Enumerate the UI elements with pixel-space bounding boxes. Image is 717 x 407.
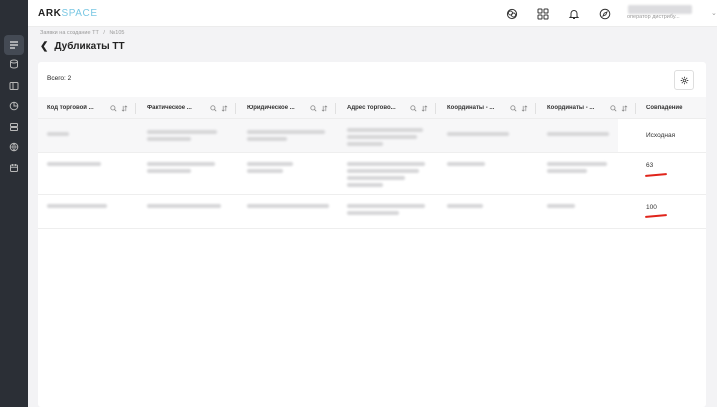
match-cell: 100 <box>618 195 706 228</box>
red-underline-annotation <box>644 214 668 218</box>
col-header-label: Юридическое ... <box>247 105 295 111</box>
breadcrumb-current: №105 <box>109 30 125 36</box>
breadcrumb-requests[interactable]: Заявки на создание ТТ <box>40 30 99 36</box>
cell-blurred <box>347 128 427 149</box>
match-value: 63 <box>646 162 654 169</box>
match-value: 100 <box>646 204 657 211</box>
col-header-legal-name[interactable]: Юридическое ... <box>247 97 336 119</box>
col-header-label: Код торговой ... <box>47 105 94 111</box>
breadcrumb: Заявки на создание ТТ / №105 <box>40 30 127 36</box>
table-row[interactable]: Исходная <box>38 119 706 153</box>
cell-blurred <box>347 204 427 218</box>
table-header: Код торговой ... Фактическое ... Юридиче… <box>38 97 706 119</box>
calendar-icon[interactable] <box>4 158 24 178</box>
match-cell: Исходная <box>618 119 706 152</box>
search-icon[interactable] <box>310 104 317 112</box>
search-icon[interactable] <box>210 104 217 112</box>
breadcrumb-separator: / <box>103 30 105 36</box>
search-icon[interactable] <box>410 104 417 112</box>
cell-blurred <box>147 130 227 144</box>
red-underline-annotation <box>644 173 668 177</box>
count-bar: Всего: 2 <box>38 62 706 94</box>
cell-blurred <box>447 162 527 169</box>
col-header-coordinates-1[interactable]: Координаты - ... <box>447 97 536 119</box>
cell-blurred <box>47 132 127 139</box>
globe-icon[interactable] <box>4 137 24 157</box>
sort-icon[interactable] <box>221 104 228 112</box>
cell-blurred <box>247 204 329 211</box>
title-row: ❮ Дубликаты ТТ <box>40 41 125 52</box>
cell-blurred <box>247 130 327 144</box>
chevron-down-icon[interactable]: ⌄ <box>711 9 717 17</box>
sort-icon[interactable] <box>421 104 428 112</box>
cell-blurred <box>47 162 127 169</box>
cell-blurred <box>547 132 627 139</box>
database-icon[interactable] <box>4 54 24 74</box>
total-count: Всего: 2 <box>47 75 72 82</box>
sort-icon[interactable] <box>621 104 628 112</box>
user-name-blurred[interactable] <box>628 5 692 14</box>
search-icon[interactable] <box>110 104 117 112</box>
logo-text: ARK <box>38 8 62 19</box>
col-header-code[interactable]: Код торговой ... <box>47 97 136 119</box>
search-icon[interactable] <box>510 104 517 112</box>
table-row[interactable]: 63 <box>38 153 706 195</box>
col-header-address[interactable]: Адрес торгово... <box>347 97 436 119</box>
sort-icon[interactable] <box>321 104 328 112</box>
cell-blurred <box>47 204 127 211</box>
table-row[interactable]: 100 <box>38 195 706 229</box>
cell-blurred <box>147 204 227 211</box>
match-value: Исходная <box>646 132 676 139</box>
col-header-label: Координаты - ... <box>547 105 595 111</box>
back-arrow-icon[interactable]: ❮ <box>40 41 48 52</box>
sidebar <box>0 0 28 407</box>
col-header-label: Фактическое ... <box>147 105 192 111</box>
col-header-actual-name[interactable]: Фактическое ... <box>147 97 236 119</box>
cell-blurred <box>447 132 527 139</box>
col-header-coordinates-2[interactable]: Координаты - ... <box>547 97 636 119</box>
apps-icon[interactable] <box>536 7 549 20</box>
user-role: оператор дистрибу... <box>627 14 680 20</box>
list-icon[interactable] <box>4 35 24 55</box>
chat-icon[interactable] <box>505 7 518 20</box>
cell-blurred <box>247 162 327 176</box>
logo-accent-text: SPACE <box>61 8 98 19</box>
cell-blurred <box>547 204 627 211</box>
stack-icon[interactable] <box>4 117 24 137</box>
cell-blurred <box>447 204 527 211</box>
cell-blurred <box>347 162 427 190</box>
top-header: ARKSPACE оператор дистрибу... ⌄ <box>28 0 717 27</box>
bell-icon[interactable] <box>567 7 580 20</box>
sort-icon[interactable] <box>121 104 128 112</box>
cell-blurred <box>147 162 227 176</box>
col-header-label: Совпадение <box>646 105 683 111</box>
match-cell: 63 <box>618 153 706 194</box>
search-icon[interactable] <box>610 104 617 112</box>
sort-icon[interactable] <box>521 104 528 112</box>
duplicates-table: Код торговой ... Фактическое ... Юридиче… <box>38 97 706 229</box>
app-logo[interactable]: ARKSPACE <box>38 8 98 19</box>
gear-icon <box>680 76 688 84</box>
page-title: Дубликаты ТТ <box>54 41 125 52</box>
col-header-label: Координаты - ... <box>447 105 495 111</box>
compass-icon[interactable] <box>598 7 611 20</box>
cell-blurred <box>547 162 627 176</box>
col-header-match[interactable]: Совпадение <box>646 97 702 119</box>
layout-icon[interactable] <box>4 76 24 96</box>
table-settings-button[interactable] <box>674 70 694 90</box>
pie-chart-icon[interactable] <box>4 96 24 116</box>
content-panel: Всего: 2 Код торговой ... Фактическое ..… <box>38 62 706 407</box>
col-header-label: Адрес торгово... <box>347 105 396 111</box>
